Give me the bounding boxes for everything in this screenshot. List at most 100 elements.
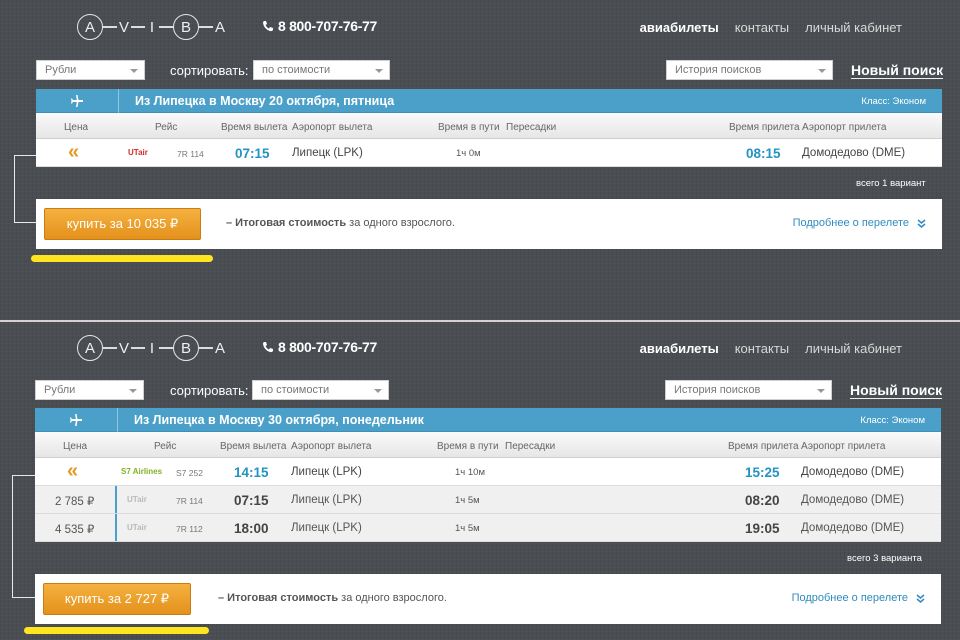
total-cost-bold: – Итоговая стоимость — [218, 592, 339, 604]
flight-row[interactable]: 2 785 ₽ UTair 7R 114 07:15 Липецк (LPK) … — [35, 486, 941, 514]
variants-count: всего 1 вариант — [856, 178, 926, 189]
aviva-logo[interactable]: A V I B A — [77, 13, 227, 41]
departure-airport: Липецк (LPK) — [291, 466, 362, 478]
logo-letter: A — [214, 339, 225, 357]
flight-duration: 1ч 5м — [455, 495, 480, 506]
arrival-time: 19:05 — [745, 521, 780, 536]
flight-details-link[interactable]: Подробнее о перелете — [793, 217, 926, 229]
aviva-logo[interactable]: A V I B A — [77, 334, 227, 362]
nav-account[interactable]: личный кабинет — [805, 20, 902, 35]
phone-number: 8 800-707-76-77 — [262, 18, 377, 34]
details-label: Подробнее о перелете — [792, 217, 909, 229]
currency-value: Рубли — [45, 64, 77, 76]
flight-row[interactable]: « UTair 7R 114 07:15 Липецк (LPK) 1ч 0м … — [36, 139, 942, 167]
yellow-highlight — [24, 627, 209, 634]
search-history-select[interactable]: История поисков — [665, 380, 832, 400]
col-transfers: Пересадки — [505, 441, 556, 452]
flight-number: S7 252 — [176, 468, 203, 478]
arrival-time: 08:15 — [746, 146, 781, 161]
chevron-down-icon — [817, 389, 825, 393]
route-card: Из Липецка в Москву 20 октября, пятница … — [36, 89, 942, 167]
departure-time: 14:15 — [234, 465, 269, 480]
col-transfers: Пересадки — [506, 122, 557, 133]
total-cost-rest: за одного взрослого. — [346, 217, 455, 229]
sort-label: сортировать: — [170, 383, 249, 398]
flight-number: 7R 114 — [176, 496, 203, 506]
sort-select[interactable]: по стоимости — [252, 380, 389, 400]
flight-row[interactable]: « S7 Airlines S7 252 14:15 Липецк (LPK) … — [35, 458, 941, 486]
departure-airport: Липецк (LPK) — [291, 522, 362, 534]
route-card: Из Липецка в Москву 30 октября, понедель… — [35, 408, 941, 542]
logo-letter: V — [118, 18, 129, 36]
chevron-down-icon — [130, 69, 138, 73]
total-cost-text: – Итоговая стоимость за одного взрослого… — [218, 592, 447, 604]
top-nav: авиабилеты контакты личный кабинет — [640, 341, 902, 356]
plane-icon — [70, 414, 82, 426]
col-flight: Рейс — [154, 441, 177, 452]
arrival-airport: Домодедово (DME) — [801, 494, 905, 506]
col-arr-airport: Аэропорт прилета — [802, 122, 887, 133]
nav-tickets[interactable]: авиабилеты — [640, 341, 719, 356]
details-label: Подробнее о перелете — [791, 592, 908, 604]
screenshot-bottom: A V I B A 8 800-707-76-77 авиабилеты кон… — [0, 320, 960, 640]
departure-time: 18:00 — [234, 521, 269, 536]
departure-airport: Липецк (LPK) — [292, 147, 363, 159]
phone-icon — [263, 21, 273, 32]
double-chevron-down-icon — [917, 218, 926, 228]
sort-value: по стоимости — [262, 64, 331, 76]
new-search-link[interactable]: Новый поиск — [850, 383, 943, 399]
departure-airport: Липецк (LPK) — [291, 494, 362, 506]
flight-number: 7R 114 — [177, 149, 204, 159]
route-header: Из Липецка в Москву 20 октября, пятница … — [36, 89, 942, 113]
nav-account[interactable]: личный кабинет — [805, 341, 902, 356]
top-nav: авиабилеты контакты личный кабинет — [640, 20, 902, 35]
col-price: Цена — [64, 122, 89, 133]
buy-button[interactable]: купить за 2 727 ₽ — [43, 583, 191, 615]
currency-select[interactable]: Рубли — [35, 380, 144, 400]
yellow-highlight — [31, 255, 213, 262]
table-header: Цена Рейс Время вылета Аэропорт вылета В… — [36, 113, 942, 139]
nav-contacts[interactable]: контакты — [735, 341, 789, 356]
logo-letter: V — [118, 339, 129, 357]
new-search-link[interactable]: Новый поиск — [851, 63, 944, 79]
route-header: Из Липецка в Москву 30 октября, понедель… — [35, 408, 941, 432]
search-history-select[interactable]: История поисков — [666, 60, 833, 80]
flight-duration: 1ч 10м — [455, 467, 485, 478]
phone-number: 8 800-707-76-77 — [262, 339, 377, 355]
phone-icon — [263, 342, 273, 353]
class-label: Класс: Эконом — [860, 415, 925, 426]
flight-row[interactable]: 4 535 ₽ UTair 7R 112 18:00 Липецк (LPK) … — [35, 514, 941, 542]
bracket-line — [12, 475, 35, 598]
logo-letter: B — [173, 14, 199, 40]
logo-letter: A — [214, 18, 225, 36]
currency-select[interactable]: Рубли — [36, 60, 145, 80]
col-price: Цена — [63, 441, 88, 452]
selected-chevron-icon: « — [67, 460, 79, 482]
nav-contacts[interactable]: контакты — [735, 20, 789, 35]
chevron-down-icon — [129, 389, 137, 393]
class-label: Класс: Эконом — [861, 96, 926, 107]
logo-letter: I — [149, 339, 155, 357]
arrival-time: 08:20 — [745, 493, 780, 508]
buy-button[interactable]: купить за 10 035 ₽ — [44, 208, 201, 240]
flight-price: 4 535 ₽ — [55, 524, 95, 536]
total-cost-rest: за одного взрослого. — [338, 592, 447, 604]
departure-time: 07:15 — [235, 146, 270, 161]
logo-letter: A — [77, 335, 103, 361]
sort-select[interactable]: по стоимости — [253, 60, 390, 80]
flight-duration: 1ч 0м — [456, 148, 481, 159]
total-cost-text: – Итоговая стоимость за одного взрослого… — [226, 217, 455, 229]
flight-details-link[interactable]: Подробнее о перелете — [792, 592, 925, 604]
phone-text: 8 800-707-76-77 — [278, 339, 378, 355]
phone-text: 8 800-707-76-77 — [278, 18, 378, 34]
route-title: Из Липецка в Москву 30 октября, понедель… — [134, 413, 424, 427]
chevron-down-icon — [374, 389, 382, 393]
nav-tickets[interactable]: авиабилеты — [640, 20, 719, 35]
flight-price: 2 785 ₽ — [55, 496, 95, 508]
plane-icon — [71, 95, 83, 107]
arrival-airport: Домодедово (DME) — [802, 147, 906, 159]
sort-value: по стоимости — [261, 384, 330, 396]
col-duration: Время в пути — [437, 441, 499, 452]
buy-panel: купить за 2 727 ₽ – Итоговая стоимость з… — [35, 574, 941, 624]
flight-number: 7R 112 — [176, 524, 203, 534]
